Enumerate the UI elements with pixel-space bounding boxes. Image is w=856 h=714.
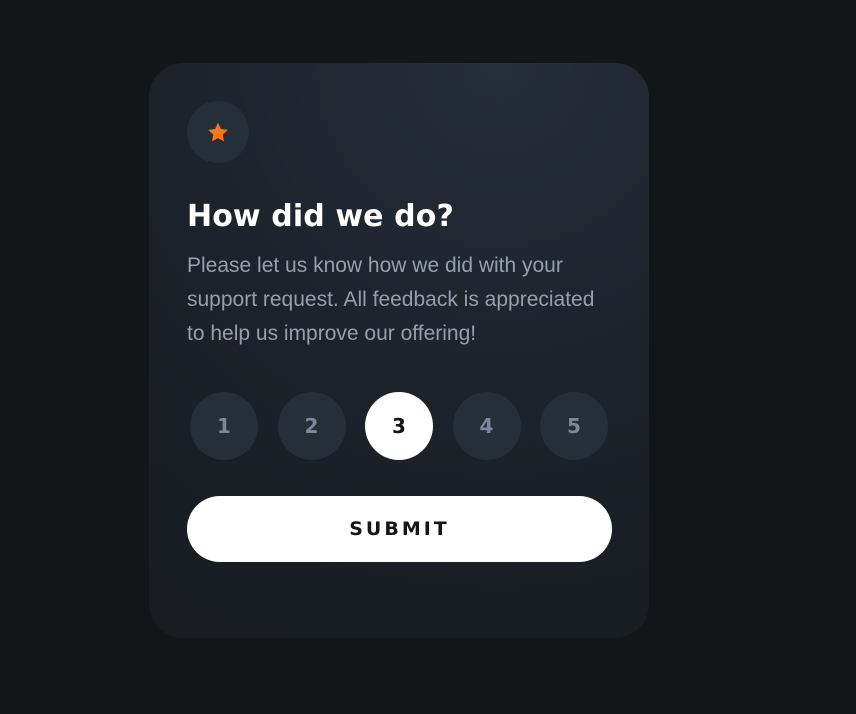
card-title: How did we do? — [187, 199, 454, 234]
rating-button-1[interactable]: 1 — [190, 392, 258, 460]
card-description: Please let us know how we did with your … — [187, 254, 595, 345]
star-badge — [187, 101, 249, 163]
rating-card: How did we do? Please let us know how we… — [149, 63, 649, 638]
rating-button-5[interactable]: 5 — [540, 392, 608, 460]
submit-button[interactable]: SUBMIT — [187, 496, 612, 562]
rating-button-2[interactable]: 2 — [277, 392, 346, 460]
rating-options: 1 2 3 4 5 — [187, 392, 611, 460]
rating-button-3[interactable]: 3 — [365, 392, 433, 460]
rating-button-4[interactable]: 4 — [452, 392, 521, 460]
star-icon — [208, 122, 228, 141]
